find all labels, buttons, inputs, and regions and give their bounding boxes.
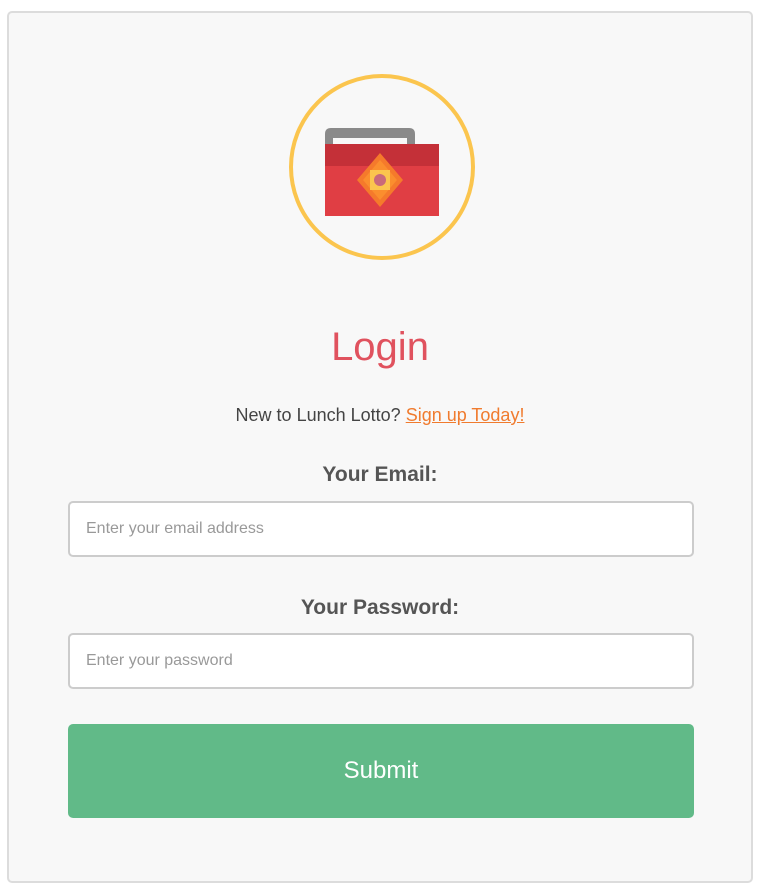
submit-button[interactable]: Submit <box>68 724 694 818</box>
signup-link[interactable]: Sign up Today! <box>406 405 525 425</box>
password-field[interactable] <box>68 633 694 689</box>
email-field[interactable] <box>68 501 694 557</box>
signup-prompt: New to Lunch Lotto? Sign up Today! <box>9 403 751 427</box>
signup-prompt-text: New to Lunch Lotto? <box>235 405 401 425</box>
toolbox-icon <box>325 128 439 216</box>
page-title: Login <box>331 325 429 369</box>
password-label: Your Password: <box>300 596 460 619</box>
logo <box>289 74 475 260</box>
login-card: Login New to Lunch Lotto? Sign up Today!… <box>7 11 753 883</box>
email-label: Your Email: <box>322 463 438 486</box>
